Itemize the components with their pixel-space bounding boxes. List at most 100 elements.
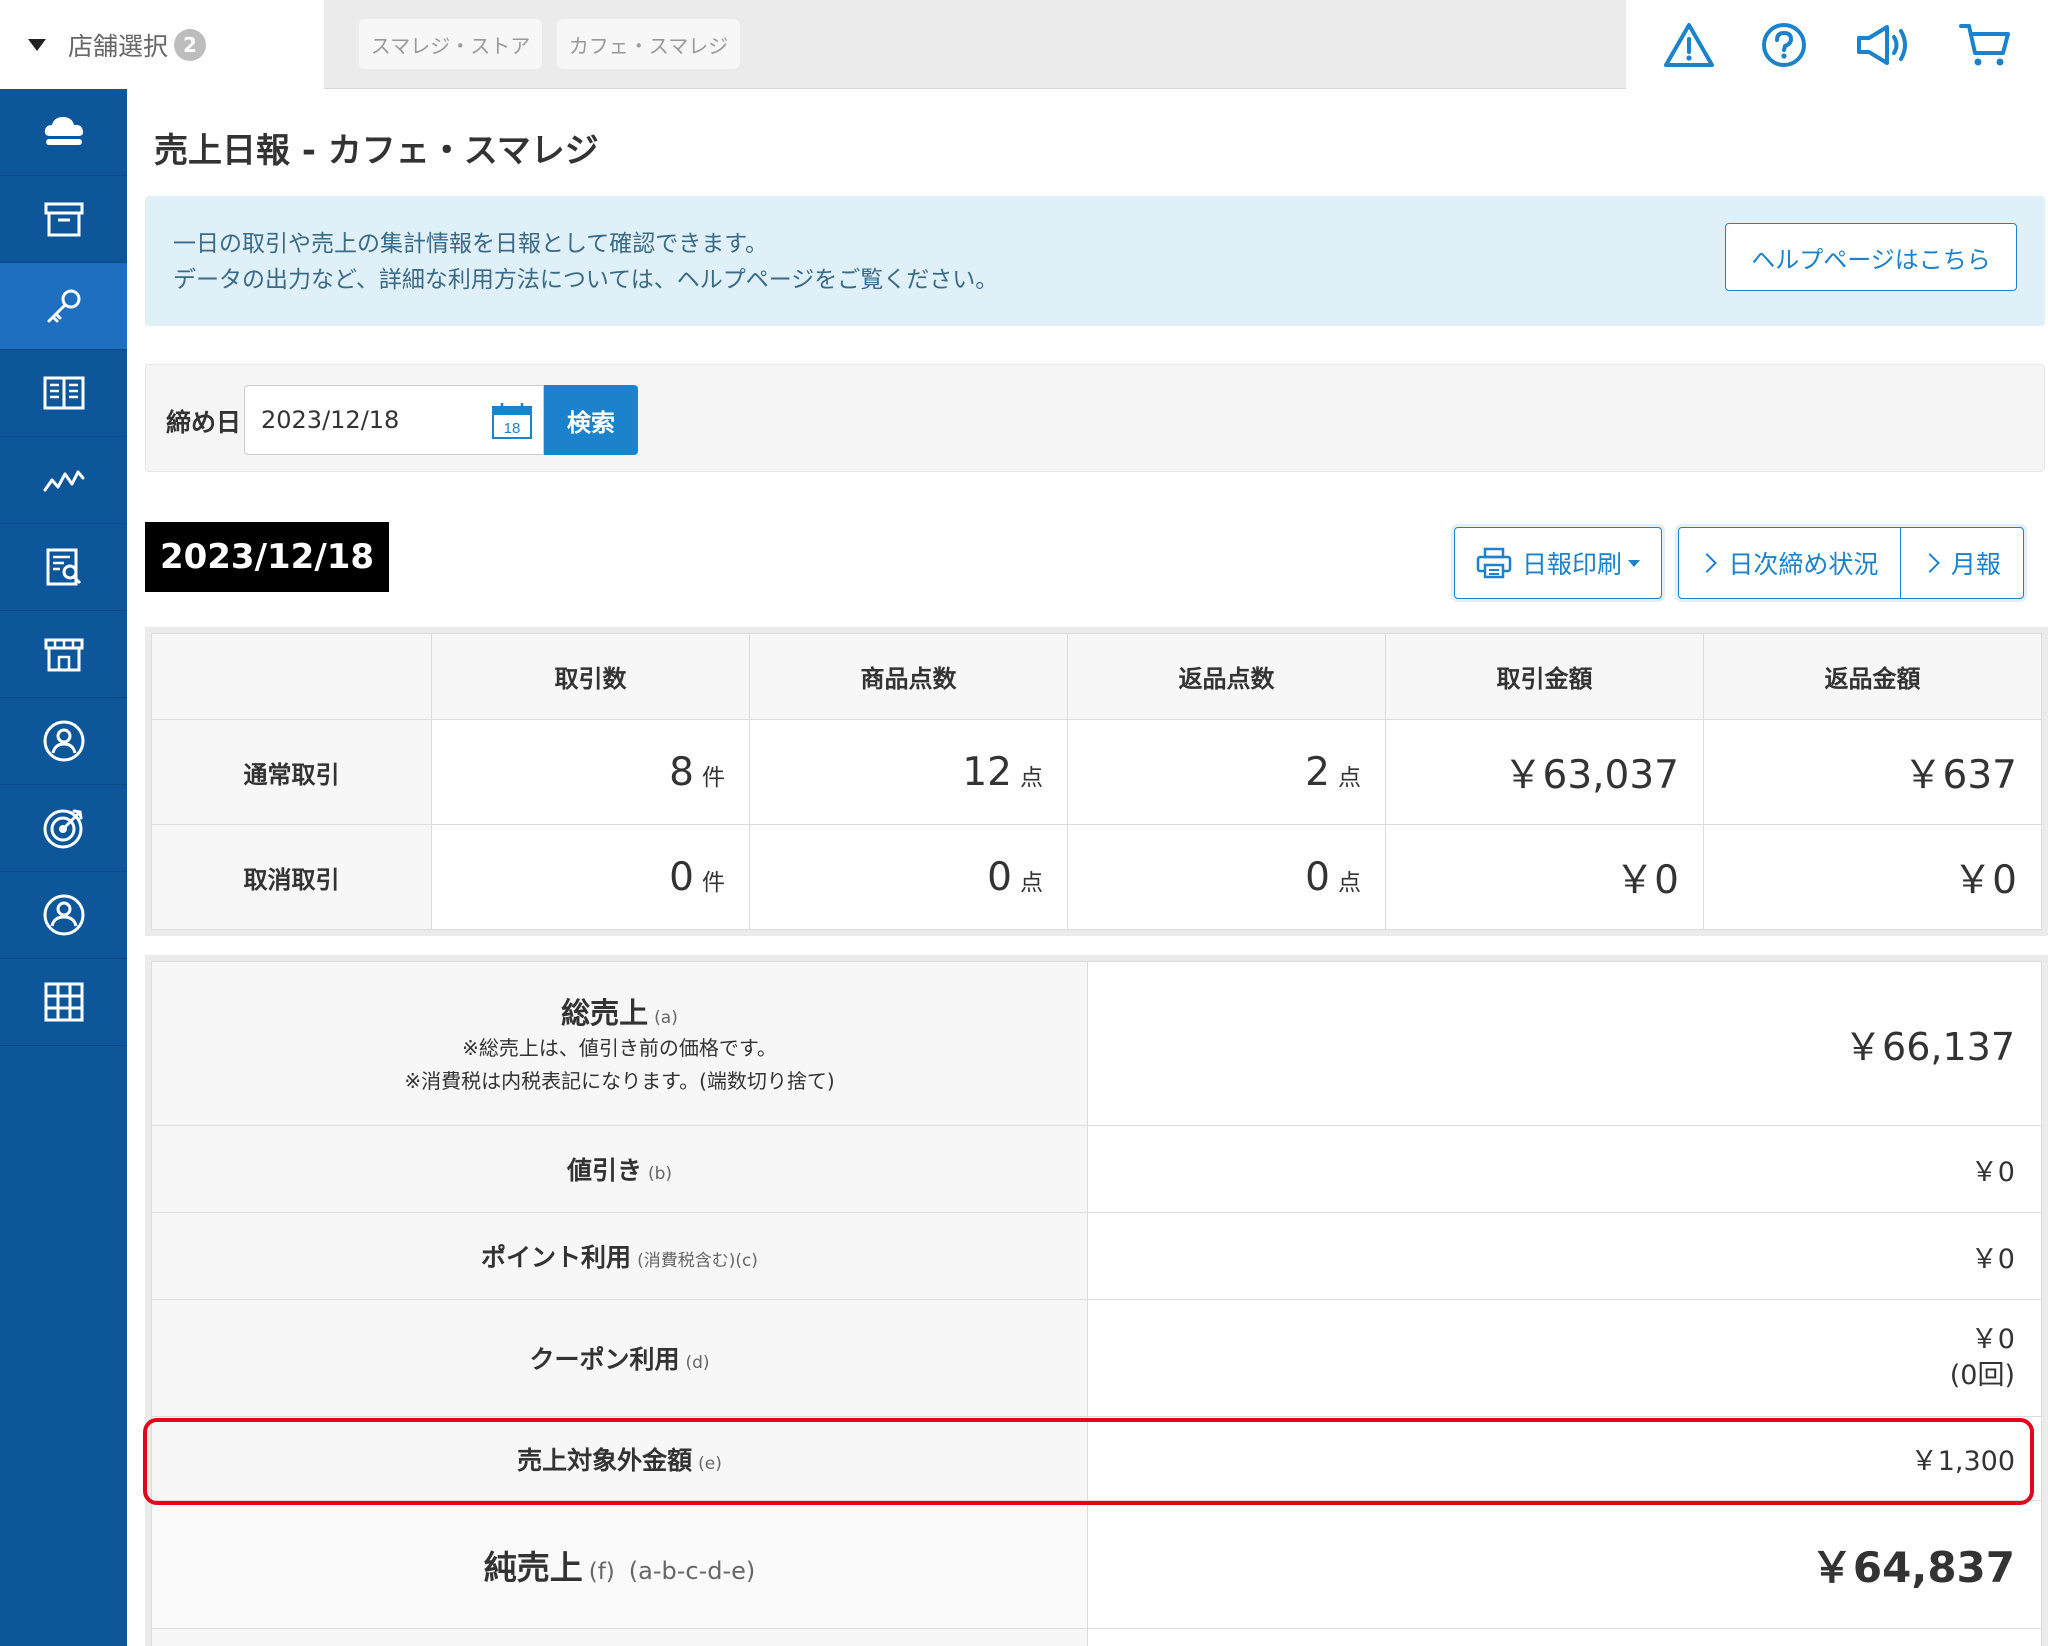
return-amount-cell: ￥0	[1703, 824, 2042, 930]
top-icon-bar	[1626, 0, 2048, 89]
print-report-button[interactable]: 日報印刷	[1454, 527, 1662, 599]
sidebar-item-user[interactable]	[0, 872, 127, 959]
table-row: ポイント利用 (消費税含む)(c) ￥0	[151, 1212, 2042, 1300]
search-form: 締め日 2023/12/18 18 検索	[145, 364, 2045, 472]
table-row	[151, 1628, 2042, 1646]
points-sub: (消費税含む)(c)	[637, 1251, 758, 1271]
coupon-count: (0回)	[1949, 1360, 2015, 1391]
sidebar-item-book[interactable]	[0, 350, 127, 437]
chevron-right-icon	[1919, 553, 1940, 573]
table-row: 値引き (b) ￥0	[151, 1125, 2042, 1213]
closing-date-input[interactable]: 2023/12/18 18	[244, 385, 544, 455]
transactions-cell: 0件	[431, 824, 750, 930]
return-amount-cell: ￥637	[1703, 719, 2042, 825]
user-icon	[43, 894, 84, 936]
daily-closing-status-button[interactable]: 日次締め状況	[1679, 528, 1900, 598]
items-value: 12	[962, 749, 1012, 795]
info-box: 一日の取引や売上の集計情報を日報として確認できます。 データの出力など、詳細な利…	[145, 196, 2045, 326]
chevron-right-icon	[1697, 553, 1718, 573]
search-button[interactable]: 検索	[544, 385, 638, 455]
closing-date-label: 締め日	[166, 408, 242, 437]
top-bar: 店舗選択 2 スマレジ・ストア カフェ・スマレジ	[0, 0, 2048, 89]
transactions-cell: 8件	[431, 719, 750, 825]
sidebar-item-store[interactable]	[0, 611, 127, 698]
next-row-label-cell	[151, 1628, 1088, 1646]
key-icon	[47, 289, 80, 323]
sidebar-item-customer[interactable]	[0, 698, 127, 785]
warning-icon[interactable]	[1663, 21, 1715, 69]
items-cell: 12 点	[749, 719, 1068, 825]
sidebar	[0, 89, 127, 1646]
transaction-summary-table-wrap: 取引数 商品点数 返品点数 取引金額 返品金額 通常取引 8件 12 点 2点 ￥…	[145, 627, 2048, 936]
store-icon	[44, 638, 83, 672]
calendar-icon[interactable]: 18	[491, 402, 533, 446]
coupon-value-cell: ￥0 (0回)	[1087, 1299, 2042, 1417]
daily-closing-status-label: 日次締め状況	[1728, 550, 1879, 579]
store-select-dropdown[interactable]: 店舗選択 2	[0, 0, 324, 89]
print-report-label: 日報印刷	[1521, 550, 1622, 579]
table-row: 取消取引 0件 0点 0点 ￥0 ￥0	[151, 824, 2042, 930]
monthly-report-label: 月報	[1950, 550, 2001, 579]
gross-sales-note-2: ※消費税は内税表記になります。(端数切り捨て)	[404, 1068, 835, 1093]
book-icon	[43, 376, 84, 410]
returns-cell: 2点	[1067, 719, 1386, 825]
returns-value: 2	[1305, 749, 1330, 795]
calendar-day-text: 18	[504, 420, 521, 437]
table-row: 通常取引 8件 12 点 2点 ￥63,037 ￥637	[151, 719, 2042, 825]
gross-sales-value: ￥66,137	[1087, 961, 2042, 1126]
sidebar-item-apps[interactable]	[0, 959, 127, 1046]
unit-label: 点	[1020, 764, 1043, 791]
store-select-label: 店舗選択	[68, 31, 169, 61]
closing-date-value: 2023/12/18	[261, 406, 400, 434]
unit-label: 件	[702, 869, 725, 896]
table-row: 売上対象外金額 (e) ￥1,300	[151, 1416, 2042, 1501]
items-value: 0	[987, 854, 1012, 900]
items-cell: 0点	[749, 824, 1068, 930]
sidebar-item-report[interactable]	[0, 524, 127, 611]
net-sales-value: ￥64,837	[1087, 1500, 2042, 1629]
discount-label-cell: 値引き (b)	[151, 1125, 1088, 1213]
discount-sub: (b)	[647, 1164, 673, 1184]
net-sales-label-cell: 純売上 (f) (a-b-c-d-e)	[151, 1500, 1088, 1629]
transactions-value: 8	[669, 749, 694, 795]
points-value: ￥0	[1087, 1212, 2042, 1300]
sidebar-item-archive[interactable]	[0, 176, 127, 263]
store-tab-smaregi-store[interactable]: スマレジ・ストア	[359, 19, 542, 69]
next-row-value-cell	[1087, 1628, 2042, 1646]
monthly-report-button[interactable]: 月報	[1899, 528, 2023, 598]
caret-down-icon	[28, 38, 46, 51]
info-line-1: 一日の取引や売上の集計情報を日報として確認できます。	[173, 231, 769, 257]
sidebar-item-analytics[interactable]	[0, 437, 127, 524]
transaction-summary-table: 取引数 商品点数 返品点数 取引金額 返品金額 通常取引 8件 12 点 2点 ￥…	[151, 633, 2042, 930]
page-title: 売上日報 - カフェ・スマレジ	[154, 131, 599, 171]
apps-grid-icon	[44, 982, 83, 1022]
returns-cell: 0点	[1067, 824, 1386, 930]
points-label-cell: ポイント利用 (消費税含む)(c)	[151, 1212, 1088, 1300]
gross-sales-note-1: ※総売上は、値引き前の価格です。	[462, 1035, 777, 1060]
report-icon	[46, 548, 81, 586]
gross-sales-label-cell: 総売上 (a) ※総売上は、値引き前の価格です。 ※消費税は内税表記になります。(…	[151, 961, 1088, 1126]
transactions-value: 0	[669, 854, 694, 900]
points-label: ポイント利用	[481, 1243, 632, 1272]
sidebar-item-cloud[interactable]	[0, 89, 127, 176]
column-header: 返品金額	[1703, 633, 2042, 720]
store-tab-cafe-smaregi[interactable]: カフェ・スマレジ	[557, 19, 740, 69]
coupon-sub: (d)	[685, 1353, 710, 1373]
column-header: 取引金額	[1385, 633, 1704, 720]
coupon-label-cell: クーポン利用 (d)	[151, 1299, 1088, 1417]
cart-icon[interactable]	[1958, 21, 2012, 69]
sidebar-item-target[interactable]	[0, 785, 127, 872]
sidebar-item-key[interactable]	[0, 263, 127, 350]
sales-breakdown-table-wrap: 総売上 (a) ※総売上は、値引き前の価格です。 ※消費税は内税表記になります。(…	[145, 955, 2048, 1646]
coupon-value: ￥0	[1970, 1324, 2015, 1355]
row-label: 通常取引	[151, 719, 432, 825]
help-page-button[interactable]: ヘルプページはこちら	[1725, 223, 2017, 291]
megaphone-icon[interactable]	[1853, 21, 1913, 69]
net-sales-formula: (a-b-c-d-e)	[628, 1556, 756, 1585]
gross-sales-sub: (a)	[654, 1007, 678, 1028]
report-nav-button-group: 日次締め状況 月報	[1678, 527, 2024, 599]
help-icon[interactable]	[1760, 21, 1808, 69]
user-circle-icon	[43, 720, 84, 762]
chart-line-icon	[43, 470, 84, 492]
net-sales-sub: (f)	[588, 1558, 615, 1585]
